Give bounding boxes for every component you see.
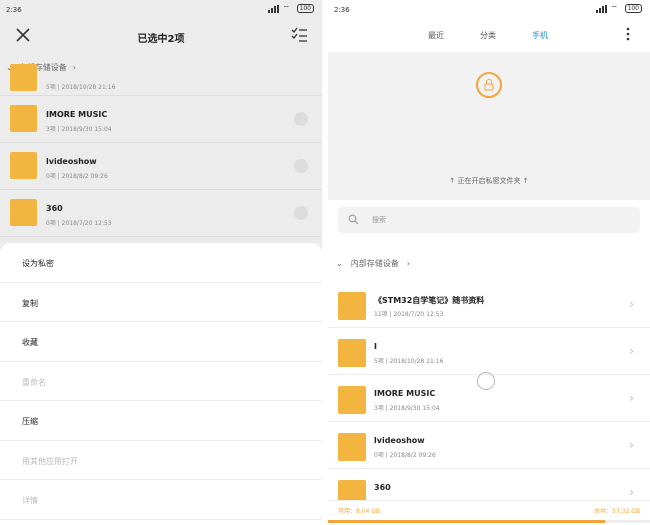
menu-item-set-private[interactable]: 设为私密 — [0, 243, 322, 283]
item-name: IMORE MUSIC — [374, 389, 436, 398]
menu-item-favorite[interactable]: 收藏 — [0, 322, 322, 362]
storage-bar-fill — [328, 520, 605, 523]
list-item[interactable]: 360 0项 | 2018/7/20 12:53 — [0, 190, 322, 237]
folder-icon — [10, 152, 37, 179]
search-placeholder: 搜索 — [372, 216, 386, 224]
tab-recent[interactable]: 最近 — [428, 30, 444, 41]
status-time: 2:36 — [6, 6, 22, 14]
item-meta: 3项 | 2018/9/30 15:04 — [374, 405, 440, 412]
left-screen: 2:36 ⌔ 100 已选中2项 ⌄ 内部存储设备 — [0, 0, 322, 525]
menu-item-label: 设为私密 — [22, 259, 54, 268]
item-meta: 0项 | 2018/8/2 09:26 — [374, 452, 436, 459]
signal-icon — [595, 4, 607, 13]
menu-item-label: 收藏 — [22, 338, 38, 347]
item-meta: 3项 | 2018/9/30 15:04 — [46, 126, 112, 133]
item-meta: 5项 | 2018/10/28 21:16 — [46, 84, 116, 91]
signal-icon — [267, 4, 279, 13]
breadcrumb-label: 内部存储设备 — [350, 259, 399, 268]
item-meta: 0项 | 2018/8/2 09:26 — [46, 173, 108, 180]
item-name: lvideoshow — [46, 157, 97, 166]
select-all-icon[interactable] — [290, 26, 308, 44]
folder-icon — [10, 105, 37, 132]
item-meta: 11项 | 2018/7/20 12:53 — [374, 311, 444, 318]
folder-icon — [338, 339, 366, 367]
status-icons: ⌔ 100 — [595, 3, 642, 13]
list-item[interactable]: IMORE MUSIC 3项 | 2018/9/30 15:04 — [0, 96, 322, 143]
screenshot-frame: 2:36 ⌔ 100 已选中2项 ⌄ 内部存储设备 — [0, 0, 650, 525]
select-checkbox[interactable] — [294, 159, 308, 173]
storage-available: 可用：8.04 GB — [338, 508, 381, 515]
folder-icon — [10, 64, 37, 91]
item-name: IMORE MUSIC — [46, 110, 108, 119]
chevron-down-icon: ⌄ — [336, 259, 343, 268]
chevron-right-icon: › — [629, 344, 634, 358]
menu-item-label: 用其他应用打开 — [22, 456, 78, 466]
wifi-icon: ⌔ — [610, 3, 619, 13]
action-sheet: 设为私密 复制 收藏 重命名 压缩 用其他应用打开 详情 — [0, 243, 322, 525]
chevron-right-icon: › — [629, 438, 634, 452]
chevron-right-icon: › — [629, 391, 634, 405]
item-meta: 5项 | 2018/10/28 21:16 — [374, 358, 444, 365]
vault-hint-text: ↑ 正在开启私密文件夹 ↑ — [449, 177, 529, 185]
wifi-icon: ⌔ — [282, 3, 291, 13]
menu-item-compress[interactable]: 压缩 — [0, 401, 322, 441]
list-item[interactable]: I 5项 | 2018/10/28 21:16 › — [328, 328, 650, 375]
tab-bar: 最近 分类 手机 — [328, 20, 650, 52]
list-item[interactable]: lvideoshow 0项 | 2018/8/2 09:26 — [0, 143, 322, 190]
breadcrumb[interactable]: ⌄ 内部存储设备 › — [336, 258, 410, 269]
menu-item-rename[interactable]: 重命名 — [0, 362, 322, 401]
folder-icon — [10, 199, 37, 226]
menu-item-label: 详情 — [22, 496, 38, 505]
menu-item-details[interactable]: 详情 — [0, 480, 322, 520]
chevron-right-icon: › — [629, 485, 634, 499]
storage-total: 总共：57.32 GB — [594, 508, 640, 515]
menu-item-copy[interactable]: 复制 — [0, 283, 322, 322]
chevron-right-icon: › — [406, 259, 410, 268]
item-meta: 0项 | 2018/7/20 12:53 — [46, 220, 112, 227]
menu-item-label: 压缩 — [22, 417, 38, 426]
list-item[interactable]: lvideoshow 0项 | 2018/8/2 09:26 › — [328, 422, 650, 469]
item-name: 《STM32自学笔记》随书资料 — [374, 296, 485, 305]
private-vault-panel[interactable]: ↑ 正在开启私密文件夹 ↑ — [328, 52, 650, 200]
folder-icon — [338, 433, 366, 461]
chevron-right-icon: › — [72, 63, 76, 72]
select-checkbox[interactable] — [294, 206, 308, 220]
search-icon — [348, 214, 359, 225]
lock-icon — [476, 72, 502, 98]
page-title: 已选中2项 — [137, 34, 185, 45]
right-screen: 2:36 ⌔ 100 最近 分类 手机 ↑ 正在开启私密文件夹 ↑ 搜索 ⌄ 内… — [328, 0, 650, 525]
battery-icon: 100 — [296, 4, 314, 13]
storage-bar — [328, 520, 650, 523]
item-name: lvideoshow — [374, 436, 425, 445]
selection-header: 已选中2项 — [0, 20, 322, 54]
menu-item-label: 重命名 — [22, 377, 46, 387]
menu-item-label: 复制 — [22, 298, 38, 308]
status-time: 2:36 — [334, 6, 350, 14]
item-name: 360 — [374, 483, 391, 492]
tab-phone[interactable]: 手机 — [532, 30, 548, 41]
tab-categories[interactable]: 分类 — [480, 30, 496, 41]
list-item[interactable]: 《STM32自学笔记》随书资料 11项 | 2018/7/20 12:53 › — [328, 281, 650, 328]
select-checkbox[interactable] — [294, 112, 308, 126]
file-list: 5项 | 2018/10/28 21:16 IMORE MUSIC 3项 | 2… — [0, 64, 322, 237]
chevron-right-icon: › — [629, 297, 634, 311]
loading-spinner-icon — [477, 372, 495, 390]
list-item[interactable]: 5项 | 2018/10/28 21:16 — [0, 64, 322, 96]
item-name: 360 — [46, 204, 63, 213]
file-list: 《STM32自学笔记》随书资料 11项 | 2018/7/20 12:53 › … — [328, 281, 650, 516]
storage-footer: 可用：8.04 GB 总共：57.32 GB — [328, 500, 650, 525]
menu-item-open-with[interactable]: 用其他应用打开 — [0, 441, 322, 480]
battery-icon: 100 — [624, 4, 642, 13]
folder-icon — [338, 386, 366, 414]
folder-icon — [338, 292, 366, 320]
status-bar: 2:36 ⌔ 100 — [0, 0, 322, 20]
status-bar: 2:36 ⌔ 100 — [328, 0, 650, 20]
status-icons: ⌔ 100 — [267, 3, 314, 13]
item-name: I — [374, 342, 377, 351]
more-icon[interactable] — [626, 27, 630, 41]
search-input[interactable]: 搜索 — [338, 207, 640, 233]
